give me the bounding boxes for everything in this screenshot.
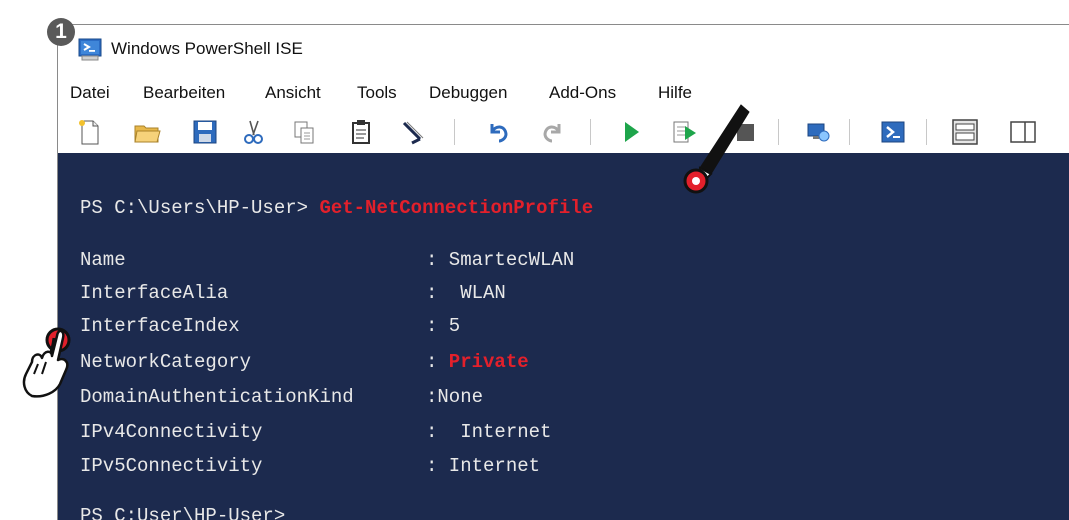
property-value-row: : WLAN: [426, 282, 506, 304]
layout-right-icon[interactable]: [1008, 117, 1038, 147]
property-name: IPv5Connectivity: [80, 455, 263, 477]
menu-debuggen[interactable]: Debuggen: [429, 81, 507, 105]
window-title: Windows PowerShell ISE: [111, 39, 303, 58]
save-icon[interactable]: [190, 117, 220, 147]
property-value: WLAN: [437, 282, 506, 304]
toolbar-separator: [454, 119, 455, 145]
new-file-icon[interactable]: [74, 117, 104, 147]
cut-icon[interactable]: [238, 117, 268, 147]
powershell-ise-app-icon: [78, 37, 104, 61]
property-value-network-category: Private: [437, 351, 529, 373]
property-value-row: :None: [426, 386, 484, 408]
prompt: PS C:\Users\HP-User>: [80, 197, 320, 219]
property-value-row: : SmartecWLAN: [426, 249, 575, 271]
toolbar-separator: [926, 119, 927, 145]
next-prompt: PS C:User\HP-User>: [80, 505, 286, 520]
property-name: IPv4Connectivity: [80, 421, 263, 443]
command-text: Get-NetConnectionProfile: [319, 197, 594, 219]
toolbar: [58, 109, 1069, 151]
toolbar-separator: [778, 119, 779, 145]
console-pane[interactable]: PS C:\Users\HP-User> Get-NetConnectionPr…: [58, 153, 1069, 520]
property-value: Internet: [437, 421, 552, 443]
property-value-row: : Internet: [426, 421, 552, 443]
property-name-network-category: NetworkCategory: [80, 351, 252, 373]
property-value: None: [437, 386, 484, 408]
remote-powershell-icon[interactable]: [803, 117, 833, 147]
property-name: InterfaceIndex: [80, 315, 240, 337]
clear-console-icon[interactable]: [398, 117, 428, 147]
property-value-row: : 5: [426, 315, 461, 337]
menu-datei[interactable]: Datei: [70, 81, 110, 105]
hand-pointer-icon: [18, 324, 78, 404]
property-name: InterfaceAlia: [80, 282, 229, 304]
pen-pointer-icon: [683, 102, 753, 197]
layout-top-icon[interactable]: [950, 117, 980, 147]
title-bar: Windows PowerShell ISE: [58, 25, 1069, 77]
menu-add-ons[interactable]: Add-Ons: [549, 81, 616, 105]
property-value: SmartecWLAN: [437, 249, 575, 271]
property-value-row: : Private: [426, 351, 529, 373]
run-icon[interactable]: [616, 117, 646, 147]
property-value: Internet: [437, 455, 541, 477]
property-value: 5: [437, 315, 461, 337]
toolbar-separator: [590, 119, 591, 145]
step-number-badge: 1: [47, 18, 75, 46]
property-name: DomainAuthenticationKind: [80, 386, 354, 408]
open-folder-icon[interactable]: [132, 117, 162, 147]
paste-icon[interactable]: [346, 117, 376, 147]
menu-ansicht[interactable]: Ansicht: [265, 81, 321, 105]
toolbar-separator: [849, 119, 850, 145]
powershell-console-icon[interactable]: [878, 117, 908, 147]
undo-icon[interactable]: [483, 117, 513, 147]
powershell-ise-window: Windows PowerShell ISE Datei Bearbeiten …: [57, 24, 1069, 520]
menu-bar: Datei Bearbeiten Ansicht Tools Debuggen …: [58, 81, 1069, 105]
property-name: Name: [80, 249, 126, 271]
copy-icon[interactable]: [289, 117, 319, 147]
command-line: PS C:\Users\HP-User> Get-NetConnectionPr…: [80, 197, 593, 219]
menu-bearbeiten[interactable]: Bearbeiten: [143, 81, 225, 105]
menu-tools[interactable]: Tools: [357, 81, 397, 105]
property-value-row: : Internet: [426, 455, 541, 477]
redo-icon[interactable]: [538, 117, 568, 147]
